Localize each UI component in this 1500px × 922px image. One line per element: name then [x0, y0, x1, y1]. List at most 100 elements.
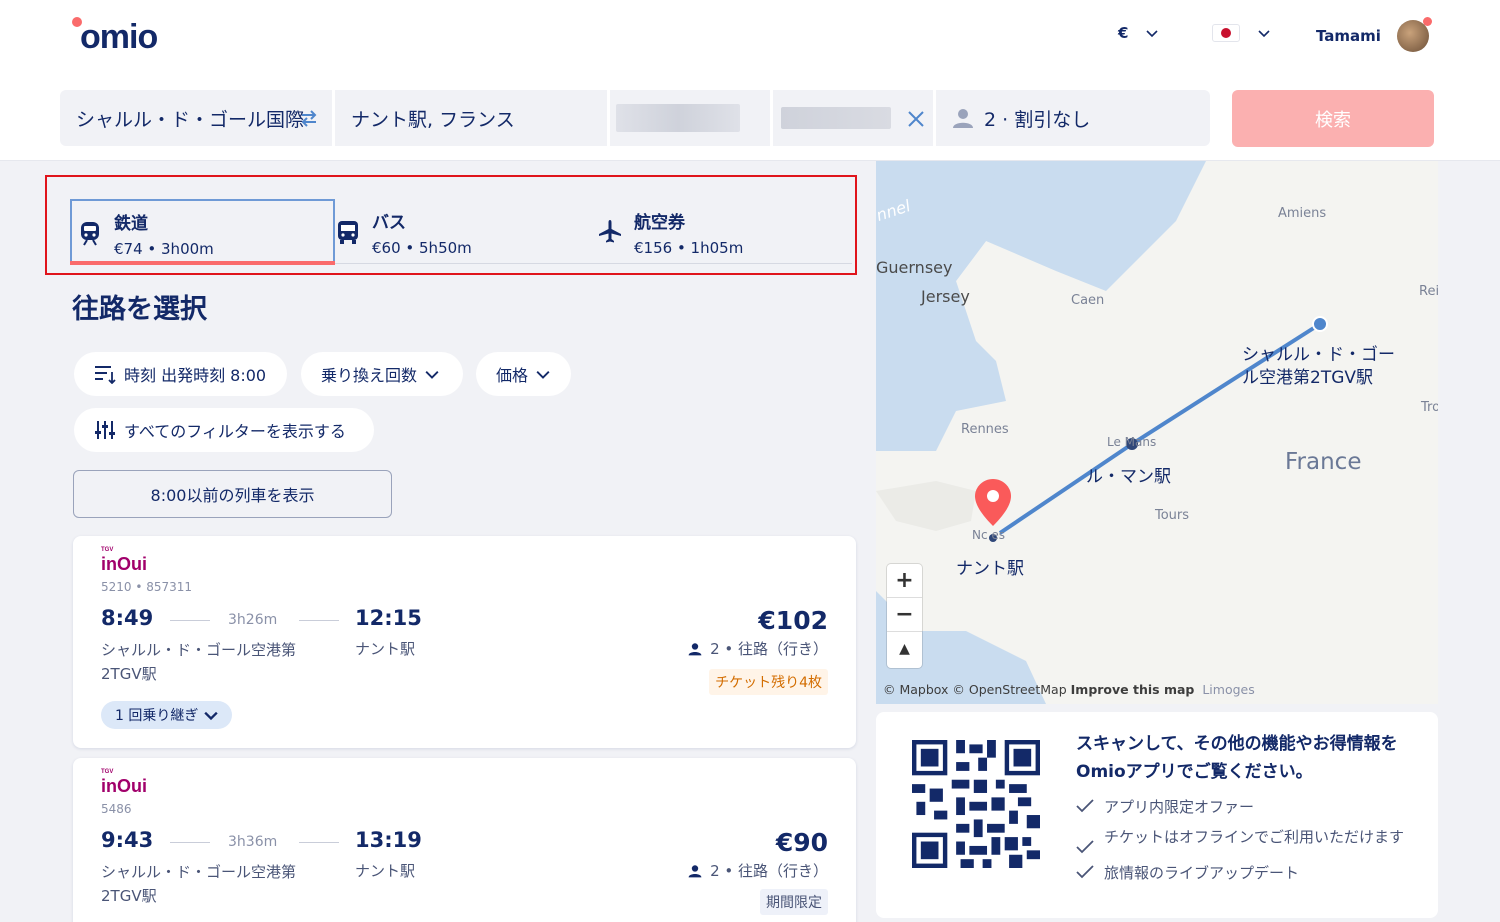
- price-filter-chip[interactable]: 価格: [476, 352, 571, 396]
- person-icon: [953, 109, 973, 128]
- bus-icon: [338, 221, 358, 244]
- attribution-text[interactable]: © Mapbox © OpenStreetMap: [883, 682, 1067, 697]
- origin-field[interactable]: シャルル・ド・ゴール国際: [60, 90, 332, 146]
- transfers-filter-chip[interactable]: 乗り換え回数: [301, 352, 463, 396]
- departure-time: 9:43: [101, 828, 154, 852]
- map-label-jersey: Jersey: [921, 287, 970, 306]
- all-filters-chip[interactable]: すべてのフィルターを表示する: [74, 408, 374, 452]
- list-item: チケットはオフラインでご利用いただけます: [1076, 826, 1404, 854]
- time-filter-chip[interactable]: 時刻 出発時刻 8:00: [74, 352, 287, 396]
- zoom-out-button[interactable]: −: [887, 598, 922, 632]
- duration: 3h26m: [228, 612, 278, 628]
- language-selector[interactable]: [1212, 24, 1270, 42]
- earlier-trains-button[interactable]: 8:00以前の列車を表示: [73, 470, 392, 518]
- search-bar: シャルル・ド・ゴール国際 ナント駅, フランス 2 · 割引なし 検索: [0, 75, 1500, 161]
- result-card[interactable]: TGV inOui 5210 • 857311 8:49 3h26m 12:15 …: [73, 536, 856, 748]
- person-icon: [688, 642, 702, 655]
- feature-text: チケットはオフラインでご利用いただけます: [1104, 828, 1405, 846]
- price: €90: [775, 828, 828, 857]
- seats-left-badge: チケット残り4枚: [709, 669, 828, 695]
- arrival-station: ナント駅: [355, 640, 416, 658]
- map-label-limoges: Limoges: [1202, 682, 1255, 697]
- checkmark-icon: [1076, 799, 1094, 813]
- tab-bus-label: バス: [372, 212, 406, 233]
- passenger-label: 2 • 往路（行き）: [710, 640, 828, 658]
- chevron-down-icon: [1258, 30, 1270, 38]
- route-map[interactable]: nnel Guernsey Jersey Caen Amiens Rei Tro…: [876, 161, 1438, 704]
- map-label-reims: Rei: [1419, 284, 1438, 299]
- redacted-date: [616, 104, 740, 132]
- map-label-amiens: Amiens: [1278, 206, 1327, 221]
- passenger-info: 2 • 往路（行き）: [688, 860, 828, 881]
- map-label-rennes: Rennes: [961, 422, 1009, 437]
- destination-value: ナント駅, フランス: [351, 108, 515, 131]
- compass-button[interactable]: ▲: [887, 632, 922, 666]
- redacted-date: [781, 107, 891, 129]
- map-station-destination: ナント駅: [956, 559, 1024, 579]
- omio-logo[interactable]: omio: [80, 18, 158, 57]
- all-filters-label: すべてのフィルターを表示する: [124, 422, 346, 441]
- departure-station: シャルル・ド・ゴール空港第2TGV駅: [101, 863, 297, 905]
- passenger-info: 2 • 往路（行き）: [688, 638, 828, 659]
- price-filter-label: 価格: [496, 366, 529, 385]
- departure-date-field[interactable]: [610, 90, 770, 146]
- close-icon[interactable]: [906, 109, 926, 129]
- arrival-time: 12:15: [355, 606, 422, 630]
- qr-code[interactable]: [912, 740, 1040, 868]
- duration-line: [170, 842, 210, 843]
- page-title: 往路を選択: [72, 294, 207, 325]
- destination-field[interactable]: ナント駅, フランス: [335, 90, 607, 146]
- transfers-toggle[interactable]: 1 回乗り継ぎ: [101, 701, 233, 729]
- currency-label: €: [1118, 24, 1129, 42]
- app-feature-list: アプリ内限定オファー チケットはオフラインでご利用いただけます 旅情報のライブア…: [1076, 796, 1404, 892]
- map-label-caen: Caen: [1071, 293, 1105, 308]
- passengers-field[interactable]: 2 · 割引なし: [936, 90, 1210, 146]
- departure-time: 8:49: [101, 606, 154, 630]
- time-filter-label: 時刻 出発時刻 8:00: [124, 366, 267, 385]
- improve-map-link[interactable]: Improve this map: [1071, 682, 1195, 697]
- user-menu[interactable]: Tamami: [1316, 17, 1432, 52]
- map-label-le-mans: Le Mans: [1107, 435, 1157, 449]
- tab-flight[interactable]: 航空券 €156 • 1h05m: [592, 199, 842, 265]
- app-promo-card: スキャンして、その他の機能やお得情報をOmioアプリでご覧ください。 アプリ内限…: [876, 712, 1438, 918]
- list-item: 旅情報のライブアップデート: [1076, 862, 1404, 884]
- duration-line: [170, 620, 210, 621]
- result-card[interactable]: TGV inOui 5486 9:43 3h36m 13:19 シャルル・ド・ゴー…: [73, 758, 856, 922]
- app-promo-title: スキャンして、その他の機能やお得情報をOmioアプリでご覧ください。: [1076, 734, 1398, 782]
- search-button[interactable]: 検索: [1232, 90, 1434, 147]
- passenger-label: 2 • 往路（行き）: [710, 862, 828, 880]
- tab-bus[interactable]: バス €60 • 5h50m: [330, 199, 580, 265]
- checkmark-icon: [1076, 840, 1094, 854]
- chevron-down-icon: [536, 371, 550, 379]
- feature-text: 旅情報のライブアップデート: [1104, 864, 1300, 882]
- limited-offer-badge: 期間限定: [760, 889, 828, 915]
- list-item: アプリ内限定オファー: [1076, 796, 1404, 818]
- zoom-in-button[interactable]: +: [887, 564, 922, 598]
- duration-line: [299, 620, 339, 621]
- person-icon: [688, 864, 702, 877]
- plane-icon: [599, 220, 621, 243]
- operator-logo: TGV inOui: [101, 547, 147, 574]
- tab-train[interactable]: 鉄道 €74 • 3h00m: [70, 199, 335, 265]
- user-name: Tamami: [1316, 27, 1381, 45]
- passengers-value: 2 · 割引なし: [984, 108, 1091, 131]
- chevron-down-icon: [204, 711, 219, 721]
- map-label-france: France: [1285, 449, 1362, 475]
- origin-value: シャルル・ド・ゴール国際: [76, 108, 305, 131]
- feature-text: アプリ内限定オファー: [1104, 798, 1255, 816]
- sort-icon: [95, 366, 116, 384]
- arrival-station: ナント駅: [355, 862, 416, 880]
- transfers-filter-label: 乗り換え回数: [321, 366, 418, 385]
- map-attribution: © Mapbox © OpenStreetMap Improve this ma…: [883, 682, 1255, 697]
- operator-logo: TGV inOui: [101, 769, 147, 796]
- map-station-origin: シャルル・ド・ゴール空港第2TGV駅: [1242, 345, 1395, 388]
- tab-flight-summary: €156 • 1h05m: [634, 238, 744, 257]
- currency-selector[interactable]: €: [1118, 24, 1159, 42]
- japan-flag-icon: [1212, 24, 1240, 42]
- swap-icon[interactable]: [298, 107, 320, 129]
- train-icon: [81, 222, 99, 246]
- checkmark-icon: [1076, 865, 1094, 879]
- arrival-time: 13:19: [355, 828, 422, 852]
- tab-train-summary: €74 • 3h00m: [114, 239, 214, 258]
- chevron-down-icon: [1146, 30, 1159, 38]
